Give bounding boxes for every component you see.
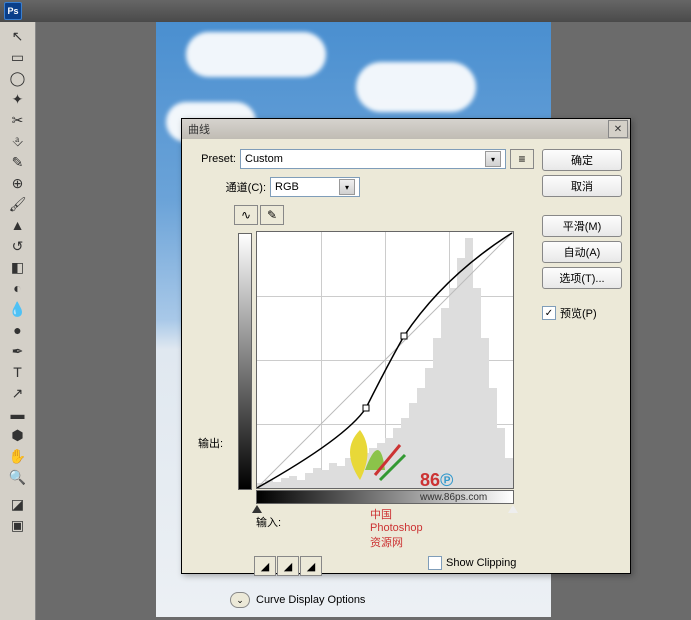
- brush-tool[interactable]: 🖌: [5, 194, 31, 214]
- stamp-tool[interactable]: ▲: [5, 215, 31, 235]
- channel-value: RGB: [275, 181, 299, 193]
- close-button[interactable]: ✕: [608, 120, 628, 138]
- preview-label: 预览(P): [560, 305, 597, 321]
- expand-display-options[interactable]: ⌄: [230, 592, 250, 608]
- preset-menu-icon[interactable]: ≡: [510, 149, 534, 169]
- smooth-button[interactable]: 平滑(M): [542, 215, 622, 237]
- preset-value: Custom: [245, 153, 283, 165]
- pen-tool[interactable]: ✒: [5, 341, 31, 361]
- slice-tool[interactable]: ⎀: [5, 131, 31, 151]
- blur-tool[interactable]: 💧: [5, 299, 31, 319]
- dodge-tool[interactable]: ●: [5, 320, 31, 340]
- history-brush-tool[interactable]: ↺: [5, 236, 31, 256]
- healing-tool[interactable]: ⊕: [5, 173, 31, 193]
- crop-tool[interactable]: ✂: [5, 110, 31, 130]
- input-label: 输入:: [256, 514, 514, 530]
- path-tool[interactable]: ↗: [5, 383, 31, 403]
- show-clipping-label: Show Clipping: [446, 557, 516, 569]
- ps-logo: Ps: [4, 2, 22, 20]
- ok-button[interactable]: 确定: [542, 149, 622, 171]
- wand-tool[interactable]: ✦: [5, 89, 31, 109]
- auto-button[interactable]: 自动(A): [542, 241, 622, 263]
- 3d-tool[interactable]: ⬢: [5, 425, 31, 445]
- move-tool[interactable]: ↖: [5, 26, 31, 46]
- shape-tool[interactable]: ▬: [5, 404, 31, 424]
- chevron-down-icon: ▾: [339, 179, 355, 195]
- preview-checkbox[interactable]: ✓ 预览(P): [542, 305, 622, 321]
- input-gradient: [256, 490, 514, 504]
- output-label: 输出:: [198, 435, 223, 451]
- display-options-label: Curve Display Options: [256, 594, 365, 606]
- preset-dropdown[interactable]: Custom ▾: [240, 149, 506, 169]
- zoom-tool[interactable]: 🔍: [5, 467, 31, 487]
- dialog-title-text: 曲线: [188, 121, 210, 137]
- cancel-button[interactable]: 取消: [542, 175, 622, 197]
- preset-label: Preset:: [190, 153, 236, 165]
- dialog-titlebar[interactable]: 曲线 ✕: [182, 119, 630, 139]
- app-titlebar: Ps: [0, 0, 691, 22]
- fg-bg-swatch[interactable]: ◪: [5, 494, 31, 514]
- curve-graph[interactable]: [256, 231, 514, 489]
- type-tool[interactable]: T: [5, 362, 31, 382]
- show-clipping-checkbox[interactable]: Show Clipping: [428, 556, 516, 570]
- curve-pencil-tool[interactable]: ✎: [260, 205, 284, 225]
- output-gradient: [238, 233, 252, 490]
- quickmask-tool[interactable]: ▣: [5, 515, 31, 535]
- black-eyedropper-icon[interactable]: ◢: [254, 556, 276, 576]
- marquee-tool[interactable]: ▭: [5, 47, 31, 67]
- curve-line: [257, 232, 513, 488]
- hand-tool[interactable]: ✋: [5, 446, 31, 466]
- channel-dropdown[interactable]: RGB ▾: [270, 177, 360, 197]
- curves-dialog: 曲线 ✕ Preset: Custom ▾ ≡ 通道(C): RGB ▾: [181, 118, 631, 574]
- channel-label: 通道(C):: [220, 179, 266, 195]
- lasso-tool[interactable]: ◯: [5, 68, 31, 88]
- gray-eyedropper-icon[interactable]: ◢: [277, 556, 299, 576]
- options-button[interactable]: 选项(T)...: [542, 267, 622, 289]
- eyedropper-tool[interactable]: ✎: [5, 152, 31, 172]
- black-point-slider[interactable]: [252, 505, 262, 513]
- curve-point-tool[interactable]: ∿: [234, 205, 258, 225]
- chevron-down-icon: ▾: [485, 151, 501, 167]
- white-point-slider[interactable]: [508, 505, 518, 513]
- eraser-tool[interactable]: ◧: [5, 257, 31, 277]
- gradient-tool[interactable]: ◐: [5, 278, 31, 298]
- tools-panel: ↖ ▭ ◯ ✦ ✂ ⎀ ✎ ⊕ 🖌 ▲ ↺ ◧ ◐ 💧 ● ✒ T ↗ ▬ ⬢ …: [0, 22, 36, 620]
- checkmark-icon: ✓: [542, 306, 556, 320]
- white-eyedropper-icon[interactable]: ◢: [300, 556, 322, 576]
